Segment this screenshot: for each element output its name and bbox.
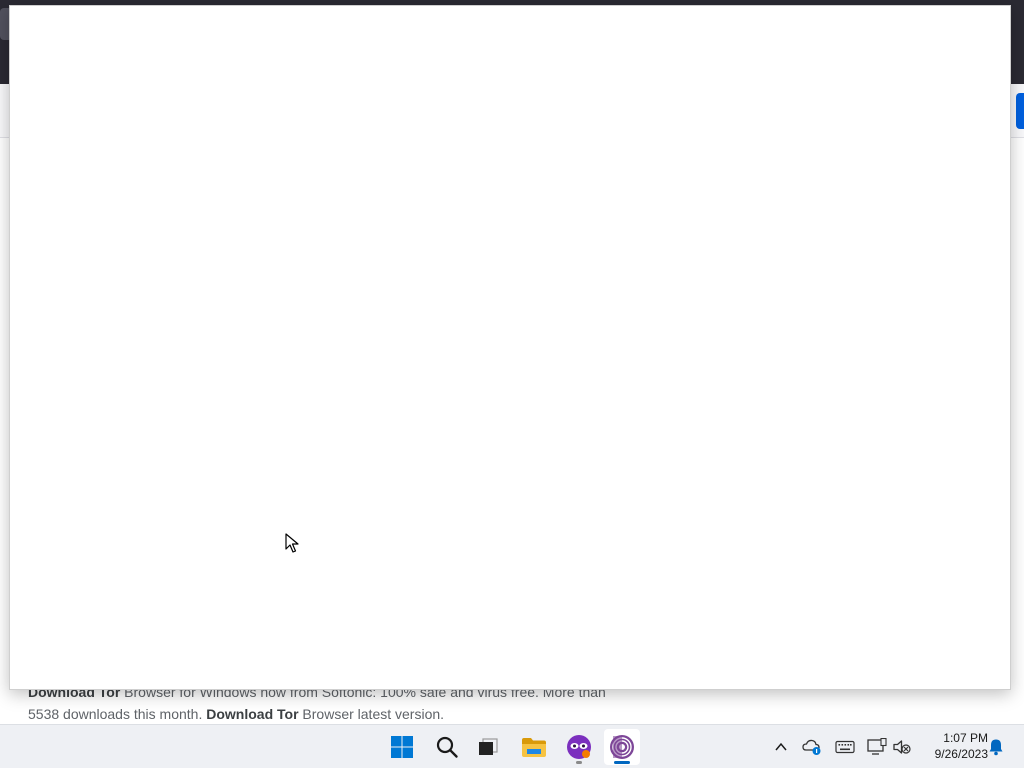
search-icon [436,736,458,758]
chevron-up-icon [775,742,787,751]
mask-app-button[interactable] [561,729,597,765]
notifications-button[interactable] [986,737,1006,757]
file-explorer-button[interactable] [516,729,552,765]
display-tray-button[interactable] [867,737,887,757]
display-icon [867,738,887,755]
onedrive-icon [802,739,821,755]
tor-browser-button[interactable] [604,729,640,765]
keyboard-tray-button[interactable] [835,737,855,757]
clock-date: 9/26/2023 [934,747,988,761]
browser-action-button[interactable] [1016,93,1024,129]
app-active-indicator [614,761,630,764]
clock-time: 1:07 PM [943,731,988,745]
taskbar: 1:07 PM 9/26/2023 [0,724,1024,768]
search-result-line-2: 5538 downloads this month. Download Tor … [28,703,638,725]
app-open-indicator [576,761,582,764]
task-view-icon [479,738,498,755]
show-hidden-icons-button[interactable] [771,737,791,757]
notification-bell-icon [989,739,1003,756]
task-view-button[interactable] [470,729,506,765]
keyboard-icon [835,740,855,754]
snippet-text-3: Browser latest version. [298,706,445,722]
snippet-bold-2: Download Tor [206,706,299,722]
volume-tray-button[interactable] [892,737,912,757]
taskbar-clock[interactable]: 1:07 PM 9/26/2023 [918,730,988,762]
folder-icon [522,738,546,757]
snippet-text-2: 5538 downloads this month. [28,706,207,722]
search-button[interactable] [429,729,465,765]
onedrive-tray-button[interactable] [802,737,822,757]
windows-logo-icon [391,736,413,758]
mouse-cursor-icon [285,533,299,553]
blank-window[interactable] [9,5,1011,690]
speaker-muted-icon [893,740,911,754]
start-button[interactable] [384,729,420,765]
mask-app-icon [567,735,591,759]
tor-browser-icon [610,735,634,759]
